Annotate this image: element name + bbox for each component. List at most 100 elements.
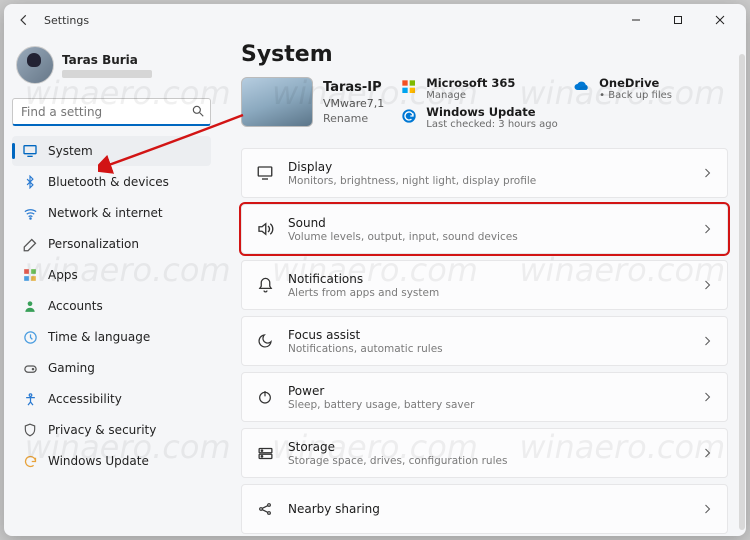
- search-box[interactable]: [12, 98, 211, 126]
- chevron-right-icon: [701, 447, 713, 459]
- time-icon: [22, 329, 38, 345]
- sidebar-item-system[interactable]: System: [12, 136, 211, 166]
- back-button[interactable]: [14, 10, 34, 30]
- sidebar-item-personalization[interactable]: Personalization: [12, 229, 211, 259]
- quick-links: Microsoft 365Manage OneDrive• Back up fi…: [400, 77, 728, 130]
- row-display[interactable]: DisplayMonitors, brightness, night light…: [241, 148, 728, 198]
- main-panel: System Taras-IP VMware7,1 Rename Microso…: [219, 36, 746, 536]
- sidebar-item-privacy[interactable]: Privacy & security: [12, 415, 211, 445]
- settings-list: DisplayMonitors, brightness, night light…: [241, 148, 728, 536]
- link-sub: Manage: [426, 90, 515, 102]
- row-title: Notifications: [288, 272, 439, 286]
- chevron-right-icon: [701, 503, 713, 515]
- storage-icon: [256, 444, 274, 462]
- nav-label: Time & language: [48, 330, 150, 344]
- row-nearby-sharing[interactable]: Nearby sharing: [241, 484, 728, 534]
- sidebar-item-bluetooth[interactable]: Bluetooth & devices: [12, 167, 211, 197]
- link-title: OneDrive: [599, 77, 672, 90]
- row-sub: Alerts from apps and system: [288, 287, 439, 299]
- row-focus-assist[interactable]: Focus assistNotifications, automatic rul…: [241, 316, 728, 366]
- link-microsoft365[interactable]: Microsoft 365Manage: [400, 77, 555, 102]
- sidebar-item-gaming[interactable]: Gaming: [12, 353, 211, 383]
- nav-label: Privacy & security: [48, 423, 156, 437]
- onedrive-icon: [573, 78, 591, 96]
- bell-icon: [256, 276, 274, 294]
- row-power[interactable]: PowerSleep, battery usage, battery saver: [241, 372, 728, 422]
- nav: System Bluetooth & devices Network & int…: [12, 136, 211, 476]
- pc-thumbnail: [241, 77, 313, 127]
- chevron-right-icon: [701, 335, 713, 347]
- chevron-right-icon: [701, 391, 713, 403]
- row-sub: Storage space, drives, configuration rul…: [288, 455, 507, 467]
- sound-icon: [256, 220, 274, 238]
- nav-label: Network & internet: [48, 206, 163, 220]
- microsoft365-icon: [400, 78, 418, 96]
- row-notifications[interactable]: NotificationsAlerts from apps and system: [241, 260, 728, 310]
- pc-name: Taras-IP: [323, 80, 384, 95]
- link-title: Windows Update: [426, 106, 557, 119]
- scrollbar[interactable]: [739, 54, 745, 530]
- pc-card[interactable]: Taras-IP VMware7,1 Rename: [241, 77, 384, 127]
- search-input[interactable]: [12, 98, 211, 126]
- page-title: System: [241, 42, 728, 67]
- minimize-button[interactable]: [616, 6, 656, 34]
- sidebar-item-network[interactable]: Network & internet: [12, 198, 211, 228]
- nav-label: Accessibility: [48, 392, 122, 406]
- chevron-right-icon: [701, 223, 713, 235]
- close-button[interactable]: [700, 6, 740, 34]
- search-icon: [191, 104, 205, 118]
- chevron-right-icon: [701, 279, 713, 291]
- window-title: Settings: [44, 14, 89, 27]
- nav-label: Bluetooth & devices: [48, 175, 169, 189]
- bluetooth-icon: [22, 174, 38, 190]
- maximize-button[interactable]: [658, 6, 698, 34]
- link-onedrive[interactable]: OneDrive• Back up files: [573, 77, 728, 102]
- shield-icon: [22, 422, 38, 438]
- update-icon: [22, 453, 38, 469]
- apps-icon: [22, 267, 38, 283]
- display-icon: [256, 164, 274, 182]
- sidebar-item-apps[interactable]: Apps: [12, 260, 211, 290]
- profile[interactable]: Taras Buria: [12, 42, 211, 94]
- row-sound[interactable]: SoundVolume levels, output, input, sound…: [241, 204, 728, 254]
- settings-window: Settings Taras Buria: [4, 4, 746, 536]
- system-icon: [22, 143, 38, 159]
- row-title: Nearby sharing: [288, 502, 380, 516]
- profile-name: Taras Buria: [62, 53, 152, 67]
- update-icon: [400, 107, 418, 125]
- row-sub: Monitors, brightness, night light, displ…: [288, 175, 536, 187]
- row-title: Power: [288, 384, 474, 398]
- link-windows-update[interactable]: Windows UpdateLast checked: 3 hours ago: [400, 106, 728, 131]
- sidebar-item-time[interactable]: Time & language: [12, 322, 211, 352]
- nav-label: Gaming: [48, 361, 95, 375]
- sidebar-item-accessibility[interactable]: Accessibility: [12, 384, 211, 414]
- gaming-icon: [22, 360, 38, 376]
- link-sub: Last checked: 3 hours ago: [426, 119, 557, 131]
- pc-model: VMware7,1: [323, 97, 384, 110]
- sidebar: Taras Buria System Bluetooth & devices: [4, 36, 219, 536]
- nav-label: Personalization: [48, 237, 139, 251]
- row-title: Storage: [288, 440, 507, 454]
- row-title: Display: [288, 160, 536, 174]
- row-storage[interactable]: StorageStorage space, drives, configurat…: [241, 428, 728, 478]
- pc-rename-link[interactable]: Rename: [323, 112, 384, 125]
- sidebar-item-windows-update[interactable]: Windows Update: [12, 446, 211, 476]
- moon-icon: [256, 332, 274, 350]
- personalization-icon: [22, 236, 38, 252]
- link-title: Microsoft 365: [426, 77, 515, 90]
- row-sub: Sleep, battery usage, battery saver: [288, 399, 474, 411]
- titlebar: Settings: [4, 4, 746, 36]
- sidebar-item-accounts[interactable]: Accounts: [12, 291, 211, 321]
- nav-label: System: [48, 144, 93, 158]
- nav-label: Windows Update: [48, 454, 149, 468]
- chevron-right-icon: [701, 167, 713, 179]
- share-icon: [256, 500, 274, 518]
- avatar: [16, 46, 54, 84]
- row-title: Sound: [288, 216, 518, 230]
- link-sub: • Back up files: [599, 90, 672, 102]
- network-icon: [22, 205, 38, 221]
- row-title: Focus assist: [288, 328, 443, 342]
- accessibility-icon: [22, 391, 38, 407]
- row-sub: Volume levels, output, input, sound devi…: [288, 231, 518, 243]
- row-sub: Notifications, automatic rules: [288, 343, 443, 355]
